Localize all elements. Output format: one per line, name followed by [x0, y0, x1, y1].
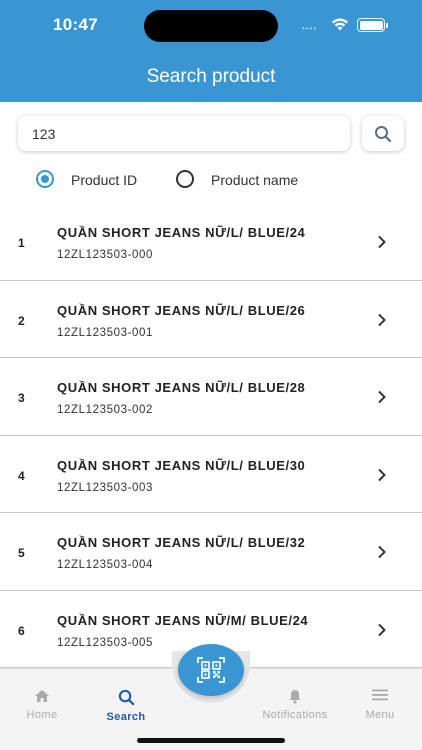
list-item-index: 6: [18, 623, 25, 638]
tab-home-label: Home: [26, 709, 58, 721]
list-item[interactable]: 2 QUẦN SHORT JEANS NỮ/L/ BLUE/26 12ZL123…: [0, 281, 422, 358]
search-icon: [375, 125, 392, 142]
dynamic-island: [144, 10, 278, 42]
scan-qr-button[interactable]: [178, 644, 244, 696]
radio-product-name[interactable]: [176, 170, 194, 188]
battery-icon: [357, 18, 388, 32]
signal-dots: ••••: [302, 24, 318, 33]
tab-notifications[interactable]: Notifications: [253, 669, 337, 729]
search-type-filter: Product ID Product name: [0, 167, 422, 191]
radio-label-product-id[interactable]: Product ID: [71, 172, 137, 188]
tab-menu[interactable]: Menu: [338, 669, 422, 729]
tab-menu-label: Menu: [365, 709, 395, 721]
product-code: 12ZL123503-001: [57, 326, 154, 339]
chevron-right-icon: [378, 390, 386, 404]
product-name: QUẦN SHORT JEANS NỮ/L/ BLUE/28: [57, 380, 306, 395]
list-item-index: 4: [18, 468, 25, 483]
chevron-right-icon: [378, 235, 386, 249]
product-code: 12ZL123503-000: [57, 249, 154, 261]
list-item-index: 3: [18, 391, 25, 405]
list-item-index: 1: [18, 236, 25, 250]
product-name: QUẦN SHORT JEANS NỮ/L/ BLUE/32: [57, 535, 306, 550]
product-name: QUẦN SHORT JEANS NỮ/L/ BLUE/26: [57, 302, 306, 318]
list-item-index: 5: [18, 546, 25, 560]
chevron-right-icon: [378, 313, 386, 326]
radio-product-id[interactable]: [36, 170, 54, 188]
status-time: 10:47: [53, 15, 98, 34]
list-item[interactable]: 1 QUẦN SHORT JEANS NỮ/L/ BLUE/24 12ZL123…: [0, 203, 422, 281]
search-icon: [118, 689, 134, 706]
product-code: 12ZL123503-004: [57, 559, 154, 571]
page-title: Search product: [146, 66, 276, 87]
search-input[interactable]: [18, 116, 350, 151]
product-code: 12ZL123503-005: [57, 636, 154, 649]
list-item[interactable]: 3 QUẦN SHORT JEANS NỮ/L/ BLUE/28 12ZL123…: [0, 358, 422, 436]
tab-notifications-label: Notifications: [262, 709, 328, 721]
chevron-right-icon: [378, 468, 386, 481]
list-item-index: 2: [18, 313, 25, 328]
home-indicator: [137, 738, 285, 743]
product-code: 12ZL123503-003: [57, 481, 154, 494]
app-header: 10:47 •••• Search product: [0, 0, 422, 102]
menu-icon: [372, 689, 388, 701]
chevron-right-icon: [378, 545, 386, 559]
product-name: QUẦN SHORT JEANS NỮ/L/ BLUE/24: [57, 225, 306, 240]
qr-scan-icon: [197, 657, 225, 683]
home-icon: [35, 690, 49, 702]
tab-search-label: Search: [106, 711, 146, 723]
product-list: 1 QUẦN SHORT JEANS NỮ/L/ BLUE/24 12ZL123…: [0, 203, 422, 668]
tab-search[interactable]: Search: [84, 669, 168, 729]
product-code: 12ZL123503-002: [57, 404, 154, 416]
status-bar: 10:47 ••••: [0, 0, 422, 50]
product-name: QUẦN SHORT JEANS NỮ/M/ BLUE/24: [57, 612, 309, 628]
chevron-right-icon: [378, 623, 386, 636]
wifi-icon: [332, 18, 348, 31]
list-item[interactable]: 5 QUẦN SHORT JEANS NỮ/L/ BLUE/32 12ZL123…: [0, 513, 422, 591]
tab-home[interactable]: Home: [0, 669, 84, 729]
list-item[interactable]: 4 QUẦN SHORT JEANS NỮ/L/ BLUE/30 12ZL123…: [0, 436, 422, 513]
bell-icon: [289, 690, 301, 704]
product-name: QUẦN SHORT JEANS NỮ/L/ BLUE/30: [57, 457, 306, 473]
search-button[interactable]: [362, 116, 404, 151]
radio-label-product-name[interactable]: Product name: [211, 172, 298, 188]
